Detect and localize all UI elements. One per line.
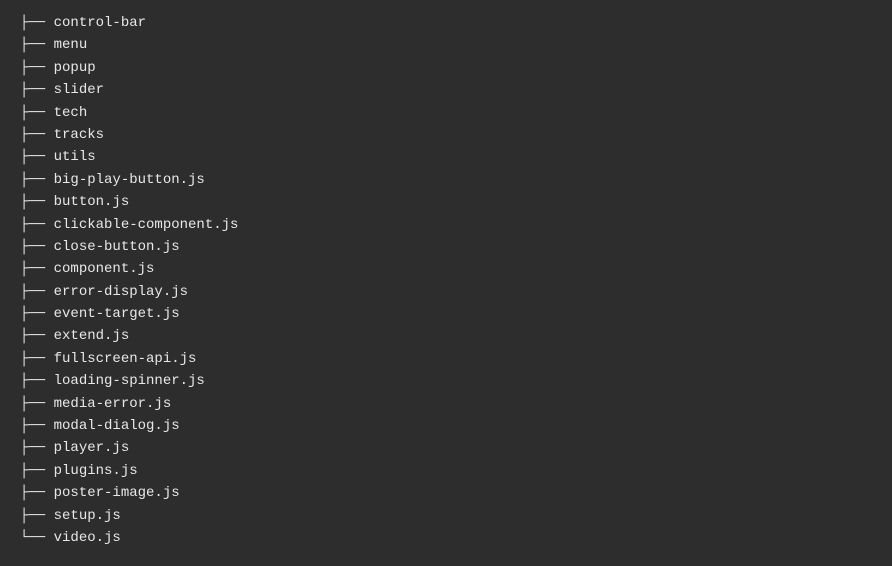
tree-item-name: tech [54, 102, 88, 124]
tree-line: ├── utils [20, 146, 872, 168]
tree-branch-icon: ├── [20, 102, 54, 124]
tree-item-name: slider [54, 79, 104, 101]
tree-item-name: media-error.js [54, 393, 172, 415]
directory-tree: ├── control-bar├── menu├── popup├── slid… [20, 12, 872, 549]
tree-branch-icon: ├── [20, 460, 54, 482]
tree-item-name: popup [54, 57, 96, 79]
tree-item-name: button.js [54, 191, 130, 213]
tree-item-name: video.js [54, 527, 121, 549]
tree-item-name: menu [54, 34, 88, 56]
tree-branch-icon: ├── [20, 325, 54, 347]
tree-branch-icon: ├── [20, 437, 54, 459]
tree-line: ├── big-play-button.js [20, 169, 872, 191]
tree-line: ├── clickable-component.js [20, 214, 872, 236]
tree-branch-icon: ├── [20, 303, 54, 325]
tree-line: ├── slider [20, 79, 872, 101]
tree-item-name: clickable-component.js [54, 214, 239, 236]
tree-item-name: error-display.js [54, 281, 188, 303]
tree-branch-icon: ├── [20, 415, 54, 437]
tree-item-name: close-button.js [54, 236, 180, 258]
tree-branch-icon: ├── [20, 281, 54, 303]
tree-item-name: player.js [54, 437, 130, 459]
tree-line: ├── error-display.js [20, 281, 872, 303]
tree-branch-icon: ├── [20, 258, 54, 280]
tree-branch-icon: ├── [20, 370, 54, 392]
tree-branch-icon: ├── [20, 482, 54, 504]
tree-branch-icon: ├── [20, 236, 54, 258]
tree-line: ├── fullscreen-api.js [20, 348, 872, 370]
tree-line: ├── plugins.js [20, 460, 872, 482]
tree-line: ├── media-error.js [20, 393, 872, 415]
tree-branch-icon: ├── [20, 124, 54, 146]
tree-item-name: component.js [54, 258, 155, 280]
tree-branch-icon: ├── [20, 214, 54, 236]
tree-line: ├── tracks [20, 124, 872, 146]
tree-line: ├── control-bar [20, 12, 872, 34]
tree-branch-icon: ├── [20, 146, 54, 168]
tree-line: ├── popup [20, 57, 872, 79]
tree-branch-icon: ├── [20, 191, 54, 213]
tree-item-name: modal-dialog.js [54, 415, 180, 437]
tree-item-name: loading-spinner.js [54, 370, 205, 392]
tree-branch-icon: ├── [20, 57, 54, 79]
tree-line: ├── extend.js [20, 325, 872, 347]
tree-branch-icon: ├── [20, 79, 54, 101]
tree-line: └── video.js [20, 527, 872, 549]
tree-line: ├── poster-image.js [20, 482, 872, 504]
tree-item-name: utils [54, 146, 96, 168]
tree-line: ├── tech [20, 102, 872, 124]
tree-item-name: event-target.js [54, 303, 180, 325]
tree-branch-icon: ├── [20, 393, 54, 415]
tree-item-name: fullscreen-api.js [54, 348, 197, 370]
tree-line: ├── loading-spinner.js [20, 370, 872, 392]
tree-item-name: setup.js [54, 505, 121, 527]
tree-item-name: tracks [54, 124, 104, 146]
tree-line: ├── component.js [20, 258, 872, 280]
tree-line: ├── close-button.js [20, 236, 872, 258]
tree-branch-icon: ├── [20, 169, 54, 191]
tree-branch-icon: ├── [20, 12, 54, 34]
tree-line: ├── button.js [20, 191, 872, 213]
tree-line: ├── player.js [20, 437, 872, 459]
tree-branch-icon: ├── [20, 34, 54, 56]
tree-item-name: control-bar [54, 12, 146, 34]
tree-item-name: plugins.js [54, 460, 138, 482]
tree-line: ├── modal-dialog.js [20, 415, 872, 437]
tree-line: ├── menu [20, 34, 872, 56]
tree-item-name: big-play-button.js [54, 169, 205, 191]
tree-line: ├── event-target.js [20, 303, 872, 325]
tree-branch-icon: ├── [20, 505, 54, 527]
tree-line: ├── setup.js [20, 505, 872, 527]
tree-branch-icon: └── [20, 527, 54, 549]
tree-item-name: extend.js [54, 325, 130, 347]
tree-branch-icon: ├── [20, 348, 54, 370]
tree-item-name: poster-image.js [54, 482, 180, 504]
